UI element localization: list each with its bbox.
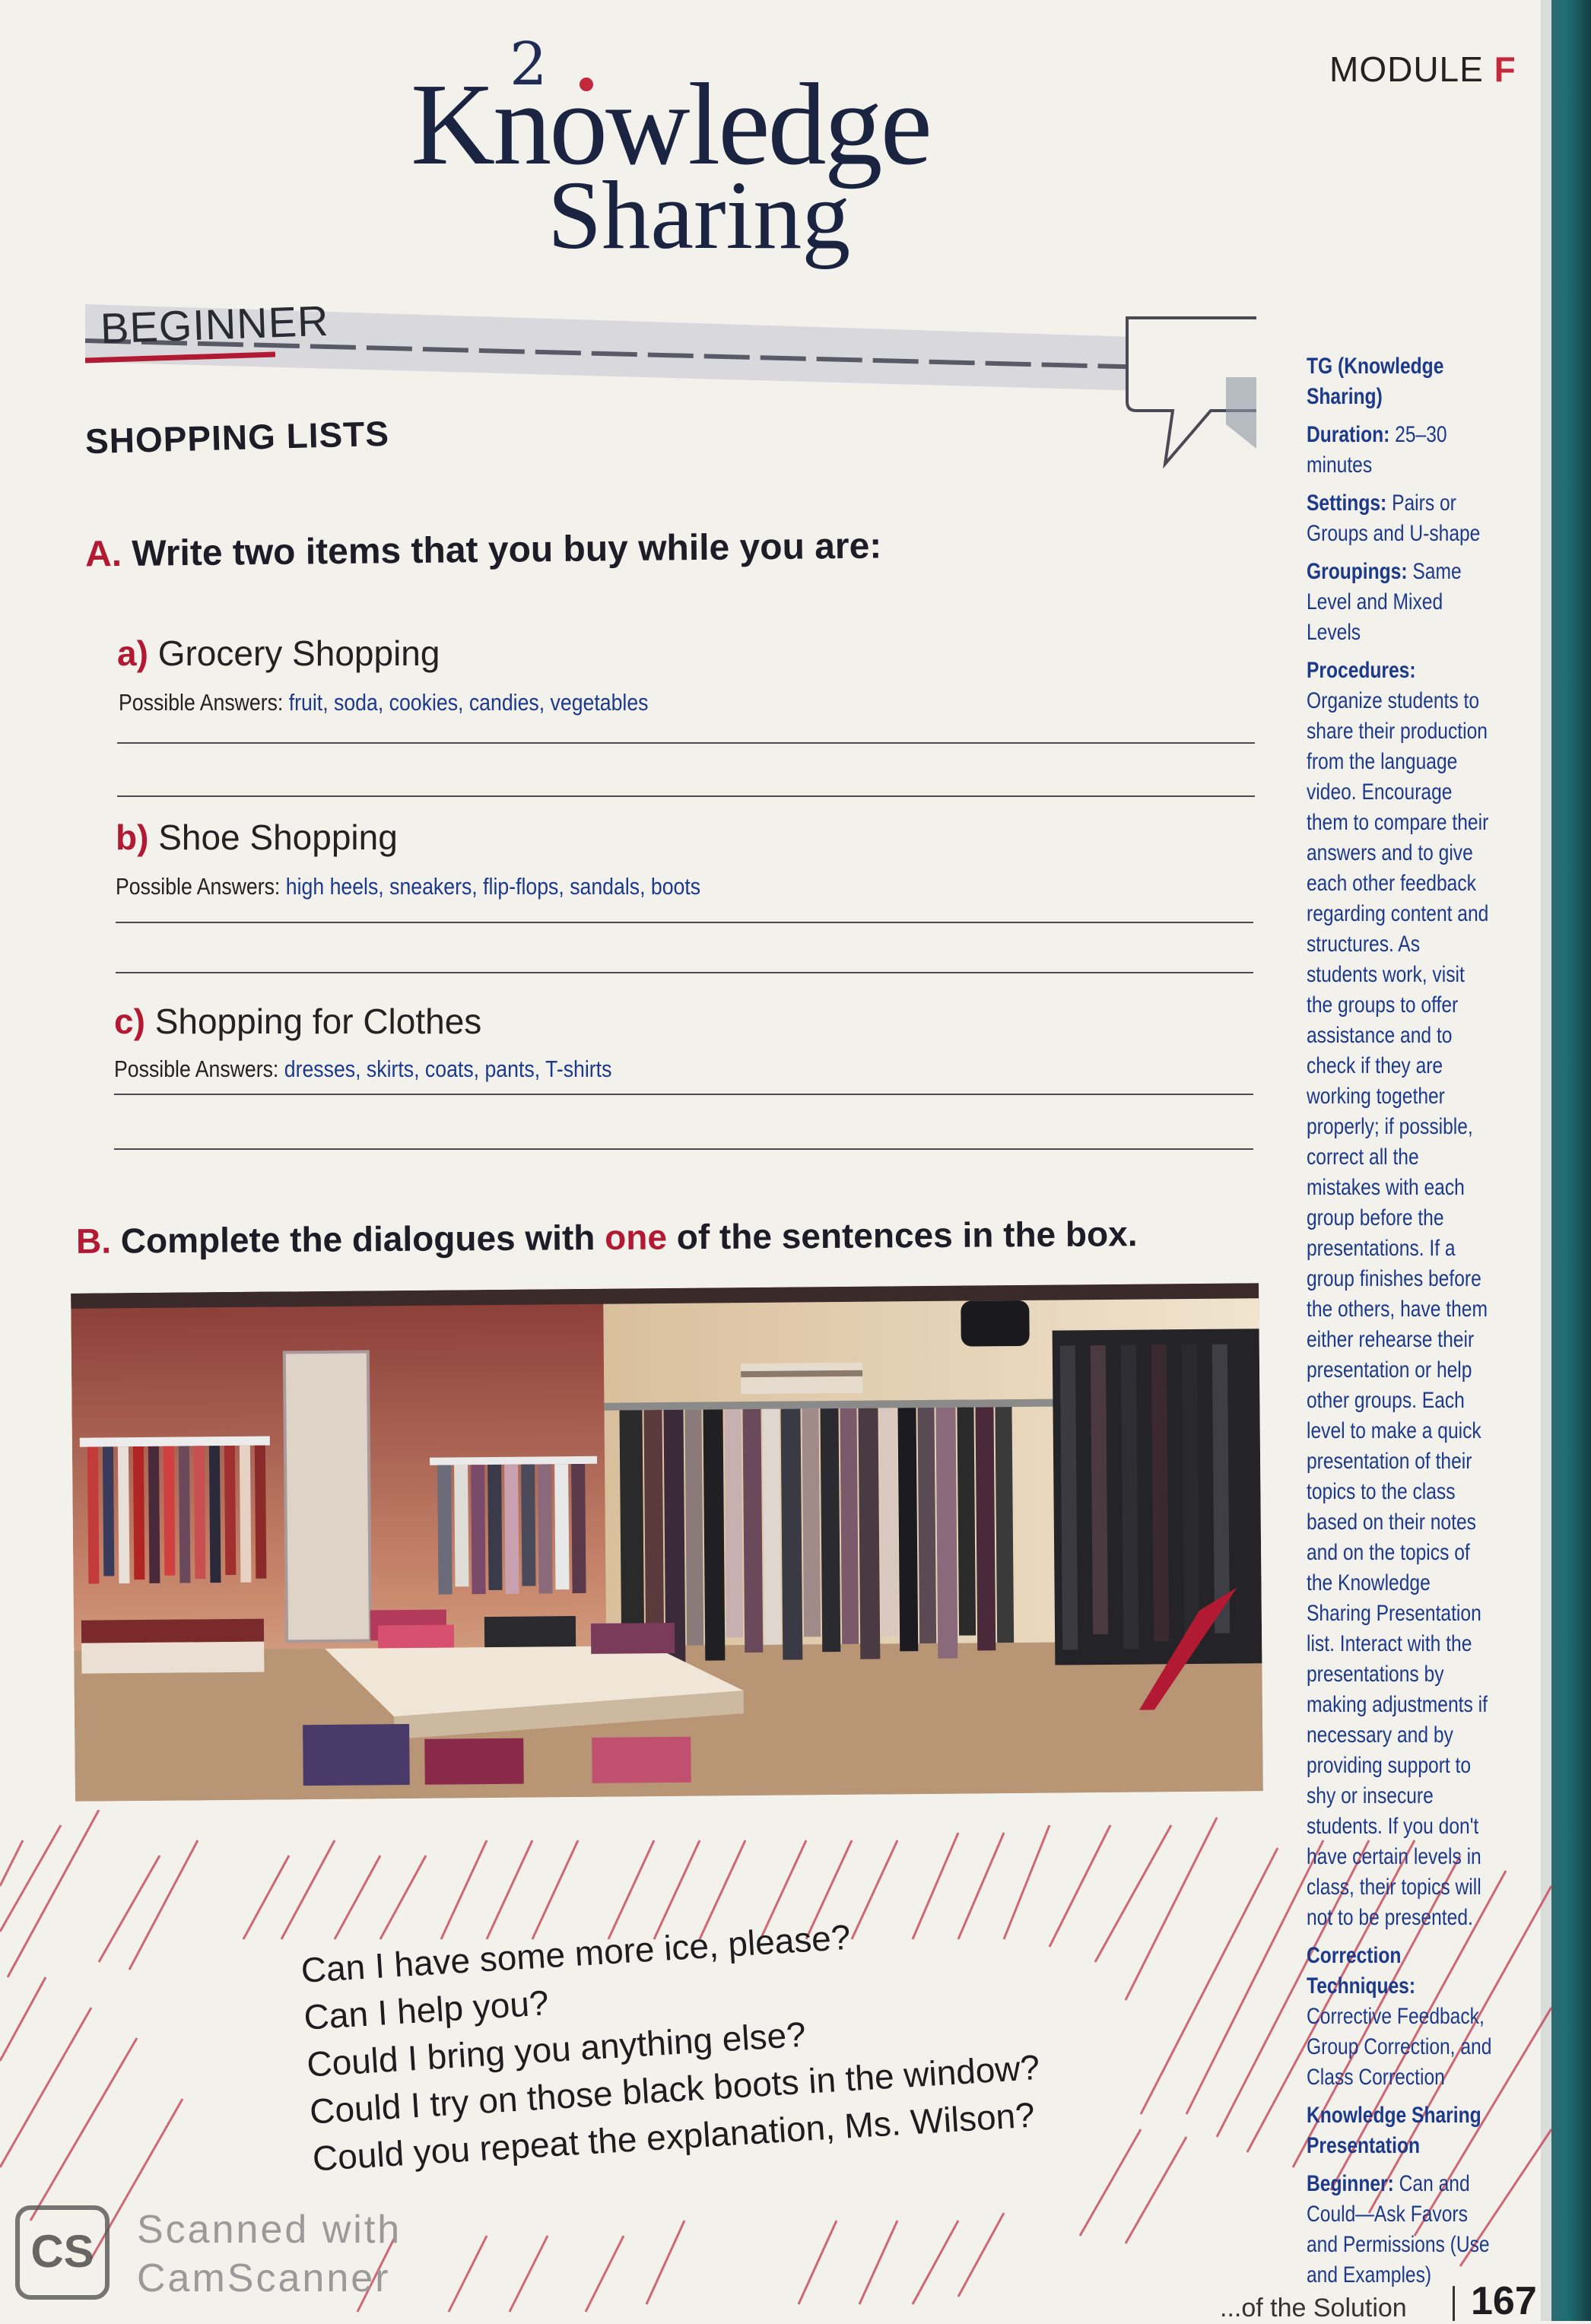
section-b-highlight: one [604, 1217, 668, 1258]
item-label: Grocery Shopping [157, 633, 440, 673]
item-label: Shoe Shopping [158, 818, 398, 857]
correction-label: Correction Techniques: [1307, 1943, 1416, 1999]
section-b-text-end: of the sentences in the box. [666, 1214, 1138, 1257]
item-grocery: a) Grocery Shopping [117, 633, 440, 674]
section-heading: SHOPPING LISTS [84, 413, 390, 462]
watermark-line2: CamScanner [137, 2256, 391, 2300]
page-number-divider [1453, 2286, 1455, 2321]
module-label: MODULE F [1329, 49, 1516, 90]
answer-label: Possible Answers: [116, 873, 281, 900]
answer-line [116, 922, 1253, 923]
answer-grocery: Possible Answers: fruit, soda, cookies, … [119, 689, 649, 716]
procedures-label: Procedures: [1307, 658, 1416, 683]
item-clothes: c) Shopping for Clothes [114, 1001, 481, 1042]
procedures-value: Organize students to share their product… [1307, 688, 1489, 1930]
duration-label: Duration: [1307, 422, 1390, 447]
answer-line [117, 795, 1255, 797]
footer-text: ...of the Solution [1220, 2294, 1407, 2322]
answer-clothes: Possible Answers: dresses, skirts, coats… [114, 1056, 611, 1083]
camscanner-watermark: Scanned with CamScanner [137, 2205, 402, 2303]
answer-line [114, 1148, 1253, 1150]
answer-text: high heels, sneakers, flip-flops, sandal… [285, 873, 701, 900]
page-number: 167 [1471, 2279, 1537, 2323]
beginner-label: Beginner: [1307, 2171, 1394, 2196]
ksp-title: Knowledge Sharing Presentation [1307, 2103, 1481, 2158]
section-b-instruction: B. Complete the dialogues with one of th… [76, 1213, 1138, 1262]
section-a-text: Write two items that you buy while you a… [132, 525, 882, 574]
answer-text: fruit, soda, cookies, candies, vegetable… [288, 689, 649, 716]
knowledge-sharing-logo: 2 Knowledge Sharing [411, 30, 943, 281]
answer-line [114, 1094, 1253, 1095]
clothing-store-photo [71, 1283, 1263, 1802]
logo-word-sharing: Sharing [548, 161, 851, 269]
item-letter: c) [114, 1002, 145, 1041]
watermark-line1: Scanned with [137, 2208, 402, 2252]
level-banner: BEGINNER [85, 287, 1256, 469]
section-a-instruction: A. Write two items that you buy while yo… [85, 525, 882, 576]
item-shoe: b) Shoe Shopping [116, 817, 398, 858]
module-text: MODULE [1329, 49, 1484, 89]
settings-label: Settings: [1307, 491, 1387, 516]
item-label: Shopping for Clothes [154, 1002, 482, 1041]
answer-label: Possible Answers: [114, 1056, 279, 1082]
sentence-box: Can I have some more ice, please? Can I … [300, 1900, 1073, 2182]
section-b-text: Complete the dialogues with [120, 1218, 605, 1261]
module-letter: F [1494, 49, 1516, 89]
correction-value: Corrective Feedback, Group Correction, a… [1307, 2004, 1492, 2090]
answer-line [116, 972, 1253, 973]
answer-label: Possible Answers: [119, 689, 284, 716]
item-letter: a) [117, 633, 148, 673]
teacher-guide-sidebar: TG (Knowledge Sharing) Duration: 25–30 m… [1307, 351, 1494, 2298]
answer-text: dresses, skirts, coats, pants, T-shirts [284, 1056, 612, 1082]
section-b-letter: B. [75, 1221, 112, 1261]
banner-label: BEGINNER [99, 296, 330, 353]
item-letter: b) [116, 818, 149, 857]
store-illustration [71, 1283, 1263, 1802]
groupings-label: Groupings: [1307, 559, 1408, 584]
answer-line [117, 742, 1255, 744]
answer-shoe: Possible Answers: high heels, sneakers, … [116, 873, 700, 900]
camscanner-logo: CS [15, 2205, 110, 2300]
section-a-letter: A. [84, 533, 122, 575]
tg-title: TG (Knowledge Sharing) [1307, 354, 1444, 409]
